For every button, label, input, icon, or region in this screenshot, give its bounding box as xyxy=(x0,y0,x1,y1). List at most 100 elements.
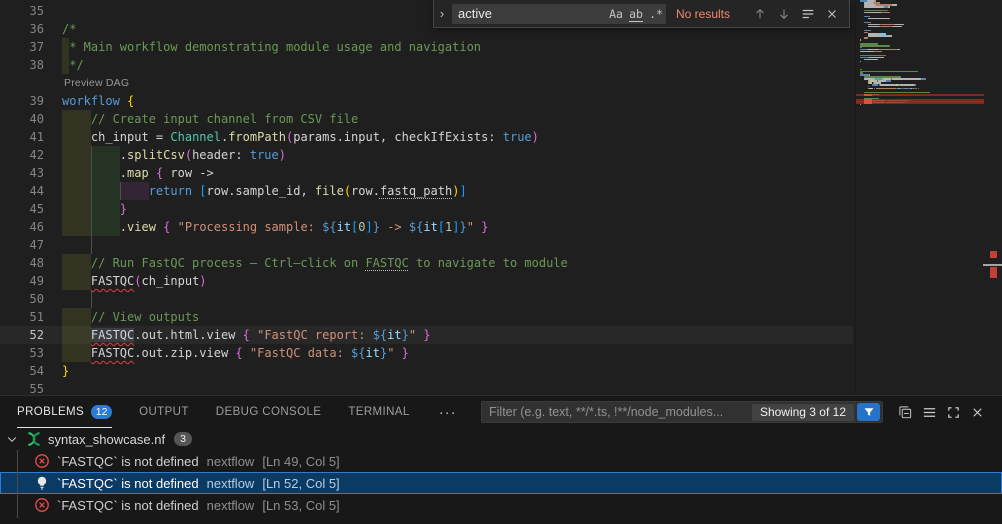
code-line-42[interactable]: 42 .splitCsv(header: true) xyxy=(0,146,853,164)
view-as-table-icon[interactable] xyxy=(918,401,940,423)
minimap-line xyxy=(918,88,919,89)
line-number[interactable]: 35 xyxy=(0,2,44,20)
tab-debug-console[interactable]: DEBUG CONSOLE xyxy=(216,397,322,428)
line-text: * Main workflow demonstrating module usa… xyxy=(62,38,481,56)
code-line-51[interactable]: 51 // View outputs xyxy=(0,308,853,326)
line-text: ch_input = Channel.fromPath(params.input… xyxy=(62,128,539,146)
close-find-icon[interactable] xyxy=(820,3,844,25)
minimap-line xyxy=(916,88,917,89)
regex-icon[interactable]: .* xyxy=(646,7,666,21)
minimap-line xyxy=(880,24,894,25)
collapse-all-icon[interactable] xyxy=(894,401,916,423)
problem-location: [Ln 53, Col 5] xyxy=(262,498,339,513)
maximize-panel-icon[interactable] xyxy=(942,401,964,423)
line-number[interactable]: 44 xyxy=(0,182,44,200)
toggle-replace-button[interactable]: › xyxy=(434,0,450,27)
line-number[interactable]: 41 xyxy=(0,128,44,146)
minimap[interactable] xyxy=(855,0,984,395)
tab-terminal[interactable]: TERMINAL xyxy=(348,397,409,428)
code-line-46[interactable]: 46 .view { "Processing sample: ${it[0]} … xyxy=(0,218,853,236)
chevron-down-icon[interactable] xyxy=(4,433,20,445)
minimap-line xyxy=(864,6,884,7)
next-match-icon[interactable] xyxy=(772,3,796,25)
code-line-54[interactable]: 54} xyxy=(0,362,853,380)
problem-rows: `FASTQC` is not definednextflow[Ln 49, C… xyxy=(0,450,1002,516)
line-number[interactable]: 49 xyxy=(0,272,44,290)
code-line-50[interactable]: 50 xyxy=(0,290,853,308)
line-number[interactable]: 52 xyxy=(0,326,44,344)
minimap-line xyxy=(882,12,890,13)
problems-tree: syntax_showcase.nf 3 `FASTQC` is not def… xyxy=(0,428,1002,516)
line-number[interactable]: 42 xyxy=(0,146,44,164)
problem-row-1[interactable]: `FASTQC` is not definednextflow[Ln 49, C… xyxy=(0,450,1002,472)
minimap-line xyxy=(864,37,868,38)
minimap-line xyxy=(892,4,897,5)
code-line-41[interactable]: 41 ch_input = Channel.fromPath(params.in… xyxy=(0,128,853,146)
line-number[interactable]: 37 xyxy=(0,38,44,56)
indent-guide xyxy=(91,236,92,254)
find-input[interactable]: active Aa ab .* xyxy=(452,4,666,24)
find-in-selection-icon[interactable] xyxy=(796,3,820,25)
code-editor[interactable]: 3536/*37 * Main workflow demonstrating m… xyxy=(0,0,1002,395)
line-number[interactable]: 47 xyxy=(0,236,44,254)
problems-file-row[interactable]: syntax_showcase.nf 3 xyxy=(0,428,1002,450)
problem-row-3[interactable]: `FASTQC` is not definednextflow[Ln 53, C… xyxy=(0,494,1002,516)
code-line-49[interactable]: 49 FASTQC(ch_input) xyxy=(0,272,853,290)
line-number[interactable]: 50 xyxy=(0,290,44,308)
match-case-icon[interactable]: Aa xyxy=(606,7,626,21)
code-line-45[interactable]: 45 } xyxy=(0,200,853,218)
minimap-line xyxy=(870,30,871,31)
problem-row-2[interactable]: `FASTQC` is not definednextflow[Ln 52, C… xyxy=(0,472,1002,494)
code-line-38[interactable]: 38 */ xyxy=(0,56,853,74)
problem-message: `FASTQC` is not defined xyxy=(57,454,199,469)
code-line-44[interactable]: 44 return [row.sample_id, file(row.fastq… xyxy=(0,182,853,200)
minimap-line xyxy=(915,84,916,85)
minimap-line xyxy=(860,39,861,40)
lightbulb-icon[interactable] xyxy=(34,475,50,491)
whole-word-icon[interactable]: ab xyxy=(626,7,646,21)
minimap-line xyxy=(890,80,891,81)
tab-output[interactable]: OUTPUT xyxy=(139,397,189,428)
line-number[interactable]: 43 xyxy=(0,164,44,182)
line-number[interactable]: 51 xyxy=(0,308,44,326)
code-line-37[interactable]: 37 * Main workflow demonstrating module … xyxy=(0,38,853,56)
line-number[interactable]: 45 xyxy=(0,200,44,218)
problem-message: `FASTQC` is not defined xyxy=(57,476,199,491)
filter-count-badge: Showing 3 of 12 xyxy=(752,404,854,421)
line-number[interactable]: 53 xyxy=(0,344,44,362)
tab-problems[interactable]: PROBLEMS12 xyxy=(17,397,112,428)
overview-ruler[interactable] xyxy=(983,0,1002,395)
more-views-icon[interactable]: ··· xyxy=(439,404,457,421)
code-line-39[interactable]: 39 workflow { xyxy=(0,92,853,110)
line-text: // Run FastQC process – Ctrl–click on FA… xyxy=(62,254,568,272)
line-number[interactable]: 39 xyxy=(0,92,44,110)
line-number[interactable]: 38 xyxy=(0,56,44,74)
problems-file-name: syntax_showcase.nf xyxy=(48,432,165,447)
problems-filter-input[interactable]: Filter (e.g. text, **/*.ts, !**/node_mod… xyxy=(481,401,883,423)
minimap-line xyxy=(869,88,873,89)
minimap-line xyxy=(892,78,921,79)
filter-funnel-icon[interactable] xyxy=(857,403,880,421)
code-lens-preview-dag[interactable]: Preview DAG xyxy=(0,74,853,92)
code-line-40[interactable]: 40 // Create input channel from CSV file xyxy=(0,110,853,128)
minimap-line xyxy=(860,104,861,105)
code-line-43[interactable]: 43 .map { row -> xyxy=(0,164,853,182)
previous-match-icon[interactable] xyxy=(748,3,772,25)
code-line-52[interactable]: 52 FASTQC.out.html.view { "FastQC report… xyxy=(0,326,853,344)
line-number[interactable]: 48 xyxy=(0,254,44,272)
code-line-53[interactable]: 53 FASTQC.out.zip.view { "FastQC data: $… xyxy=(0,344,853,362)
line-number[interactable]: 54 xyxy=(0,362,44,380)
line-text: workflow { xyxy=(62,92,134,110)
line-number[interactable]: 46 xyxy=(0,218,44,236)
line-number[interactable]: 55 xyxy=(0,380,44,395)
find-widget: › active Aa ab .* No results xyxy=(433,0,850,28)
close-panel-icon[interactable] xyxy=(966,401,988,423)
code-line-48[interactable]: 48 // Run FastQC process – Ctrl–click on… xyxy=(0,254,853,272)
code-line-47[interactable]: 47 xyxy=(0,236,853,254)
line-text: FASTQC.out.zip.view { "FastQC data: ${it… xyxy=(62,344,409,362)
line-text: FASTQC(ch_input) xyxy=(62,272,207,290)
line-number[interactable]: 40 xyxy=(0,110,44,128)
code-line-55[interactable]: 55 xyxy=(0,380,853,395)
line-number[interactable]: 36 xyxy=(0,20,44,38)
minimap-line xyxy=(892,26,902,27)
